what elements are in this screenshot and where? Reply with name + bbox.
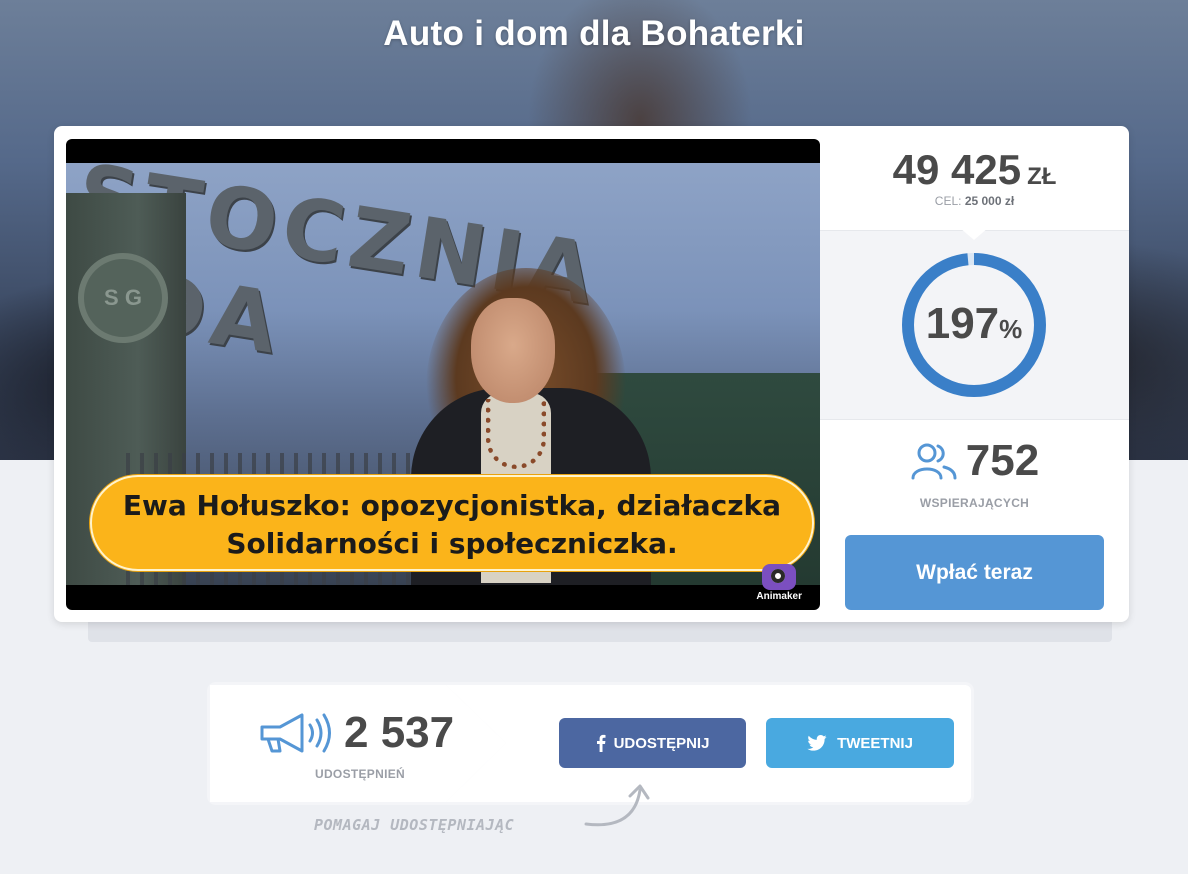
currency: ZŁ (1027, 163, 1057, 190)
twitter-share-button[interactable]: TWEETNIJ (766, 718, 954, 768)
share-hint: POMAGAJ UDOSTĘPNIAJĄC (314, 816, 515, 834)
percent-value: 197 (925, 299, 1000, 348)
facebook-icon (596, 734, 606, 752)
stats-column: 49 425 ZŁ CEL: 25 000 zł 197% 752 WSPIERA… (820, 126, 1129, 622)
share-count-row: 2 537 (258, 708, 478, 758)
amount-box: 49 425 ZŁ CEL: 25 000 zł (820, 126, 1129, 230)
megaphone-icon (260, 713, 331, 753)
supporters-row: 752 (820, 436, 1129, 486)
raised-value: 49 425 (892, 146, 1022, 193)
supporters-box: 752 WSPIERAJĄCYCH (820, 420, 1129, 530)
raised-amount: 49 425 ZŁ (820, 146, 1129, 194)
pay-now-button[interactable]: Wpłać teraz (845, 535, 1104, 610)
goal-value: 25 000 zł (964, 194, 1015, 208)
caption-line-2: Solidarności i społeczniczka. (226, 527, 678, 560)
percent-label: 197% (900, 299, 1048, 349)
animaker-watermark: Animaker (756, 564, 802, 602)
supporters-count: 752 (965, 436, 1040, 485)
twitter-share-label: TWEETNIJ (837, 734, 913, 752)
percent-sign: % (999, 314, 1023, 344)
animaker-label: Animaker (756, 591, 802, 602)
share-count: 2 537 (344, 708, 455, 757)
progress-box: 197% (820, 230, 1129, 420)
shipyard-logo: S G (78, 253, 168, 343)
animaker-mascot-icon (762, 564, 797, 590)
person-face (471, 298, 555, 403)
campaign-video[interactable]: STOCZNIA GDA S G Ewa Hołuszko: opozycjon… (66, 139, 820, 610)
amount-pointer (960, 228, 988, 240)
necklace (486, 399, 546, 469)
twitter-icon (807, 735, 827, 751)
goal-label: CEL: (934, 194, 962, 208)
goal: CEL: 25 000 zł (820, 194, 1129, 208)
share-label: UDOSTĘPNIEŃ (315, 767, 405, 781)
facebook-share-button[interactable]: UDOSTĘPNIJ (559, 718, 746, 768)
facebook-share-label: UDOSTĘPNIJ (613, 734, 710, 752)
curved-arrow-icon (584, 784, 650, 827)
people-icon (911, 443, 957, 480)
supporters-label: WSPIERAJĄCYCH (919, 496, 1030, 510)
page-title: Auto i dom dla Bohaterki (383, 14, 805, 53)
video-caption: Ewa Hołuszko: opozycjonistka, działaczka… (90, 487, 814, 563)
caption-line-1: Ewa Hołuszko: opozycjonistka, działaczka (122, 489, 782, 522)
